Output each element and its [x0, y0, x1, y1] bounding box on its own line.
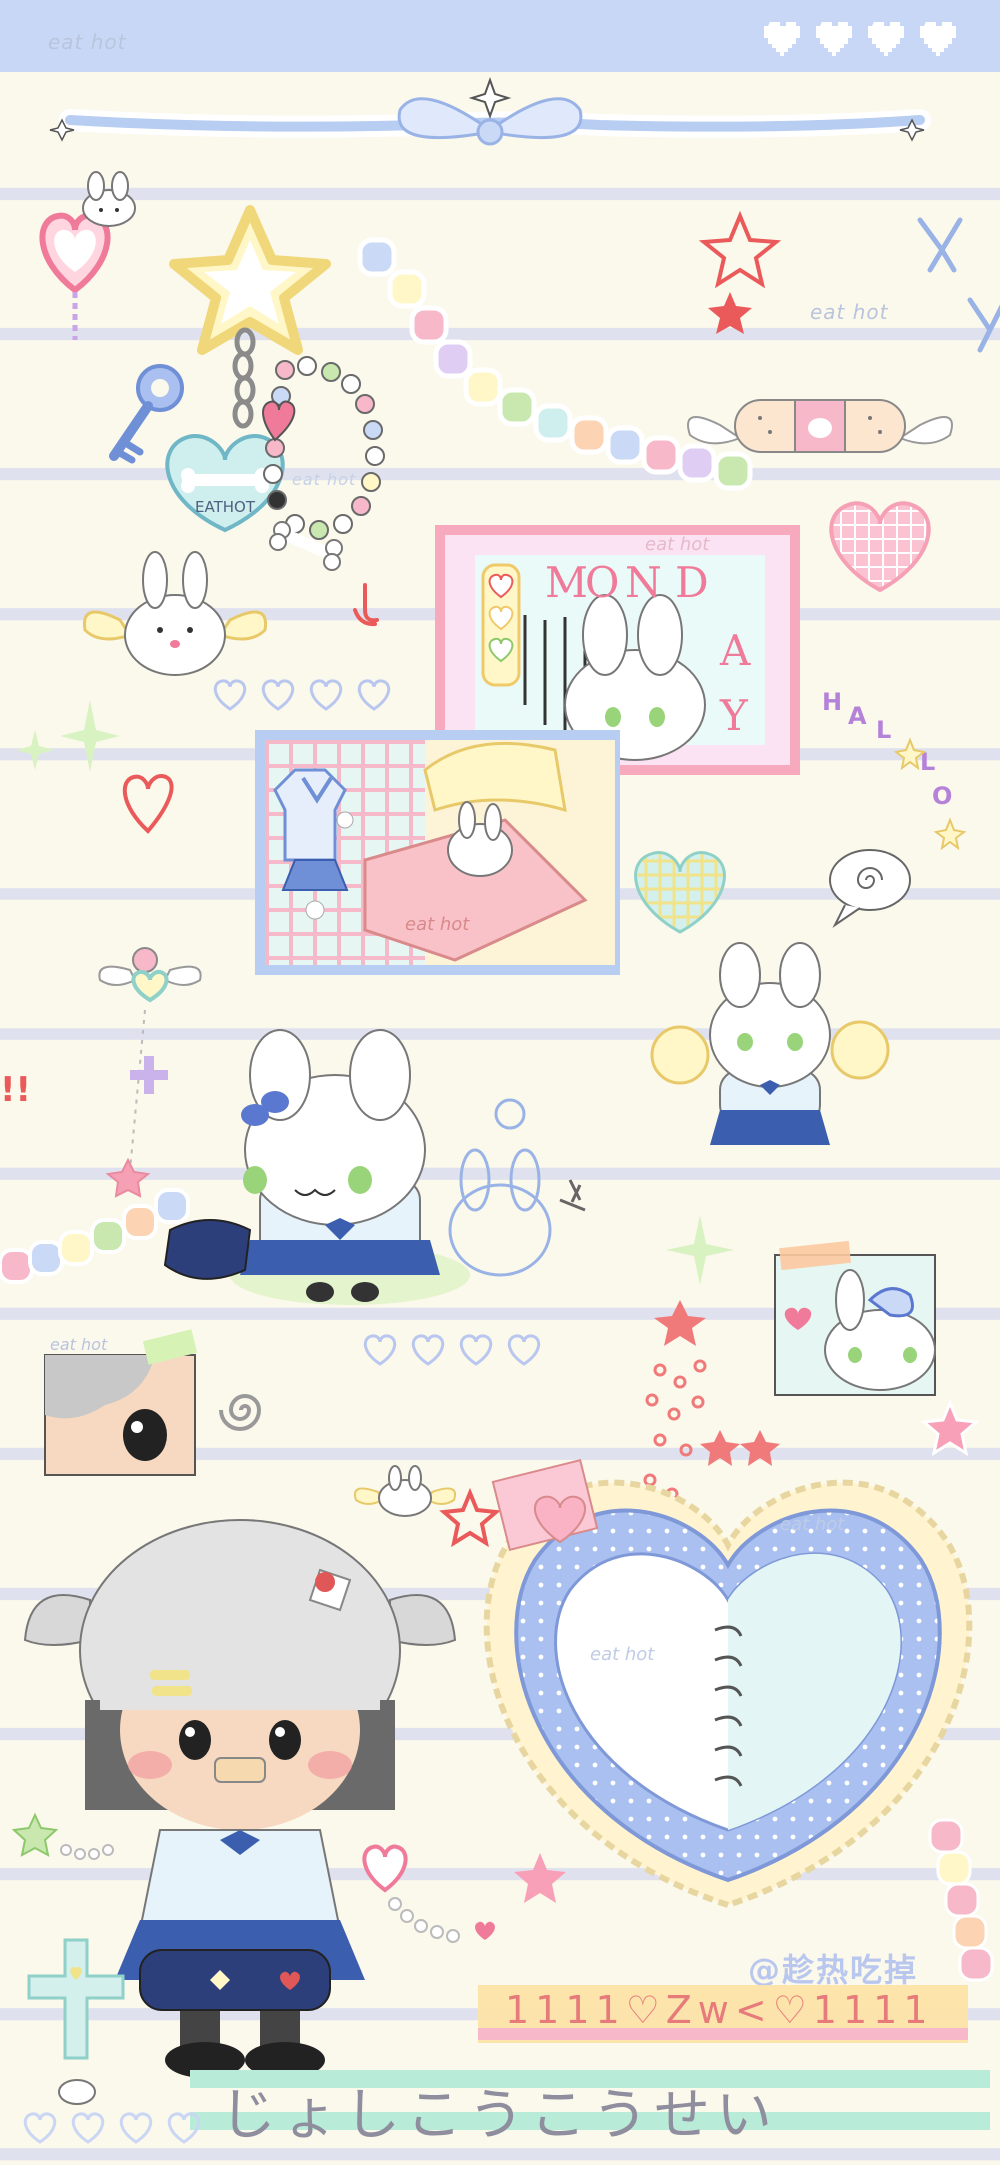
cross-charm-icon: [27, 1938, 125, 2105]
sparkle-icon: [666, 1215, 734, 1285]
girl-portrait-sticker: eat hot: [44, 1329, 198, 1476]
watermark: eat hot: [48, 30, 127, 54]
monday-letter: M: [545, 558, 588, 607]
monday-letter: D: [675, 558, 709, 607]
ribbon-bow-icon: [49, 77, 931, 146]
watermark: eat hot: [405, 914, 470, 935]
bone-icon: [269, 521, 343, 571]
watermark: eat hot: [50, 1335, 108, 1354]
swirl-bubble-icon: [829, 849, 911, 928]
winged-bunny-icon: [82, 551, 268, 676]
watermark: eat hot: [780, 1514, 845, 1535]
keychain-tag-label: EATHOT: [195, 498, 256, 516]
monday-letter: Y: [719, 691, 749, 740]
key-icon: [109, 364, 184, 464]
watermark: eat hot: [810, 300, 889, 324]
hallo-charm: H A L L O: [822, 688, 967, 851]
outline-bunny-icon: [448, 1098, 586, 1277]
hallo-letter: A: [848, 702, 867, 730]
taped-bunny-photo: [774, 1240, 936, 1396]
hallo-letter: O: [932, 782, 952, 810]
heart-icon: [634, 851, 726, 934]
star-icon: [514, 1853, 566, 1903]
hallo-letter: H: [822, 688, 842, 716]
watermark: eat hot: [590, 1644, 655, 1665]
heart-bead-charm-icon: [362, 1844, 495, 1943]
winged-bandage-icon: [687, 399, 953, 453]
star-icon: [698, 210, 782, 334]
star-bead-charm-icon: [11, 1812, 114, 1860]
monday-letter: O: [585, 558, 619, 607]
tape-text: 1111♡Zw<♡1111: [505, 1988, 934, 2032]
pastel-bead-string-icon: [928, 1818, 994, 1982]
heart-icon: [829, 501, 931, 593]
bunny-icon: [82, 171, 136, 227]
sailor-bunny: [163, 1029, 470, 1305]
heart-outline-row-icon: [363, 1334, 541, 1366]
heart-icon: [122, 774, 174, 834]
cheerleader-bunny: [650, 942, 890, 1145]
heart-outline-row-icon: [23, 2112, 201, 2144]
monday-letter: N: [625, 558, 662, 607]
bedroom-picture: eat hot: [255, 730, 620, 975]
exclamation-text: !!: [0, 1070, 32, 1110]
watermark: eat hot: [292, 470, 357, 489]
swirl-icon: [219, 1394, 262, 1431]
bottom-kana-text: じょしこうこうせい: [220, 2083, 778, 2148]
pixel-hearts-icon: [764, 22, 956, 56]
watermark: eat hot: [645, 534, 710, 555]
hallo-letter: L: [876, 716, 891, 744]
hook-icon: [353, 583, 379, 627]
sparkle-icon: [16, 700, 120, 772]
monday-letter: A: [719, 626, 751, 675]
ribbon-icon: [917, 217, 1000, 353]
heart-outline-row-icon: [213, 679, 391, 711]
